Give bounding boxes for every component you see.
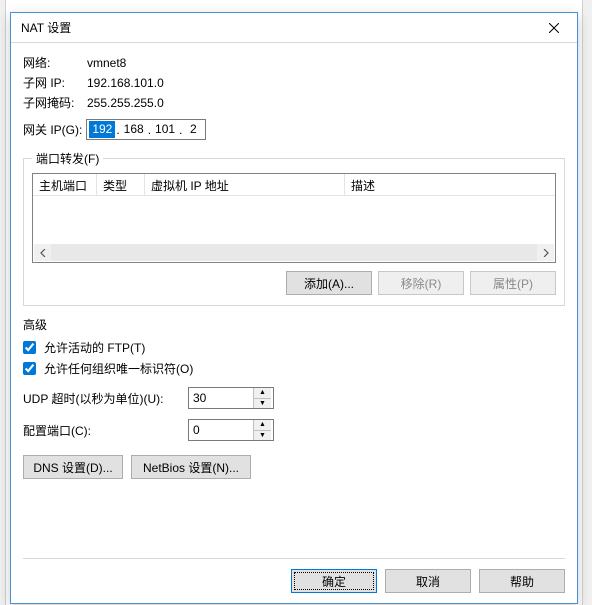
dialog-content: 网络: vmnet8 子网 IP: 192.168.101.0 子网掩码: 25… [11, 43, 577, 603]
spin-down-icon[interactable]: ▼ [254, 399, 271, 409]
subnet-ip-value: 192.168.101.0 [87, 76, 164, 90]
subnet-ip-row: 子网 IP: 192.168.101.0 [23, 74, 565, 91]
allow-oui-label: 允许任何组织唯一标识符(O) [44, 360, 193, 377]
ip-seg-3[interactable]: 101 [152, 121, 178, 138]
help-button[interactable]: 帮助 [479, 569, 565, 593]
spin-down-icon[interactable]: ▼ [254, 431, 271, 441]
subnet-ip-label: 子网 IP: [23, 74, 87, 91]
netbios-settings-button[interactable]: NetBios 设置(N)... [131, 455, 251, 479]
network-value: vmnet8 [87, 56, 126, 70]
udp-timeout-row: UDP 超时(以秒为单位)(U): ▲ ▼ [23, 387, 565, 409]
port-forward-buttons: 添加(A)... 移除(R) 属性(P) [32, 271, 556, 295]
close-button[interactable] [533, 14, 575, 42]
close-icon [549, 23, 559, 33]
col-host-port[interactable]: 主机端口 [33, 174, 97, 196]
cancel-button[interactable]: 取消 [385, 569, 471, 593]
gateway-row: 网关 IP(G): 192 . 168 . 101 . 2 [23, 119, 565, 140]
properties-button: 属性(P) [470, 271, 556, 295]
config-port-row: 配置端口(C): ▲ ▼ [23, 419, 565, 441]
col-vm-ip[interactable]: 虚拟机 IP 地址 [145, 174, 345, 196]
config-port-spinner[interactable]: ▲ ▼ [188, 419, 274, 441]
network-row: 网络: vmnet8 [23, 54, 565, 71]
port-forwarding-group: 端口转发(F) 主机端口 类型 虚拟机 IP 地址 描述 [23, 150, 565, 306]
allow-oui-row: 允许任何组织唯一标识符(O) [23, 360, 565, 377]
gateway-label: 网关 IP(G): [23, 121, 82, 138]
udp-timeout-spinner[interactable]: ▲ ▼ [188, 387, 274, 409]
subnet-mask-value: 255.255.255.0 [87, 96, 164, 110]
ip-seg-4[interactable]: 2 [183, 121, 203, 138]
port-forwarding-legend: 端口转发(F) [32, 150, 103, 167]
col-type[interactable]: 类型 [97, 174, 145, 196]
table-header: 主机端口 类型 虚拟机 IP 地址 描述 [33, 174, 555, 196]
subnet-mask-row: 子网掩码: 255.255.255.0 [23, 94, 565, 111]
scroll-left-icon[interactable] [34, 244, 51, 261]
add-button[interactable]: 添加(A)... [286, 271, 372, 295]
gateway-ip-input[interactable]: 192 . 168 . 101 . 2 [86, 119, 206, 140]
spin-up-icon[interactable]: ▲ [254, 420, 271, 431]
dns-settings-button[interactable]: DNS 设置(D)... [23, 455, 123, 479]
col-desc[interactable]: 描述 [345, 174, 555, 196]
dialog-title: NAT 设置 [21, 19, 71, 36]
dialog-footer: 确定 取消 帮助 [23, 558, 565, 593]
ok-button[interactable]: 确定 [291, 569, 377, 593]
allow-ftp-checkbox[interactable] [23, 341, 36, 354]
udp-timeout-input[interactable] [189, 388, 253, 408]
config-port-input[interactable] [189, 420, 253, 440]
h-scrollbar[interactable] [34, 244, 554, 261]
subnet-mask-label: 子网掩码: [23, 94, 87, 111]
ip-seg-1[interactable]: 192 [89, 121, 115, 138]
scroll-track[interactable] [51, 244, 537, 261]
network-label: 网络: [23, 54, 87, 71]
scroll-right-icon[interactable] [537, 244, 554, 261]
ip-seg-2[interactable]: 168 [121, 121, 147, 138]
spin-up-icon[interactable]: ▲ [254, 388, 271, 399]
remove-button: 移除(R) [378, 271, 464, 295]
advanced-heading: 高级 [23, 316, 565, 333]
titlebar: NAT 设置 [11, 13, 577, 43]
allow-ftp-row: 允许活动的 FTP(T) [23, 339, 565, 356]
config-port-label: 配置端口(C): [23, 422, 188, 439]
nat-settings-dialog: NAT 设置 网络: vmnet8 子网 IP: 192.168.101.0 子… [10, 12, 578, 604]
allow-oui-checkbox[interactable] [23, 362, 36, 375]
allow-ftp-label: 允许活动的 FTP(T) [44, 339, 145, 356]
port-forwarding-table[interactable]: 主机端口 类型 虚拟机 IP 地址 描述 [32, 173, 556, 263]
udp-timeout-label: UDP 超时(以秒为单位)(U): [23, 390, 188, 407]
